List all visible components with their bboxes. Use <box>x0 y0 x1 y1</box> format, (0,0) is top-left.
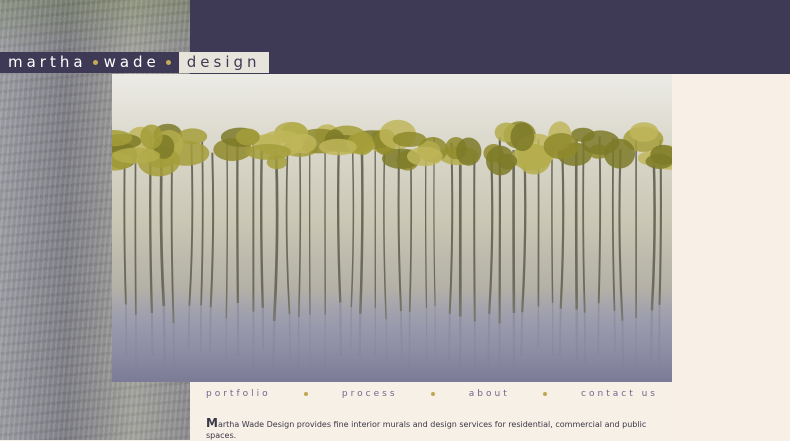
nav-dot-icon <box>543 392 547 396</box>
tree-canopy <box>140 125 163 150</box>
tree-canopy <box>630 122 659 142</box>
tree-trunk <box>599 137 600 304</box>
tree-canopy <box>245 144 291 160</box>
logo-name-block: martha wade <box>0 52 179 73</box>
tree-canopy <box>511 123 535 152</box>
hero-image <box>112 74 672 382</box>
nav-portfolio[interactable]: portfolio <box>206 389 271 399</box>
site-logo[interactable]: martha wade design <box>0 52 269 73</box>
tree-canopy <box>497 154 517 170</box>
intro-text: artha Wade Design provides fine interior… <box>206 420 646 440</box>
logo-word-design: design <box>179 52 269 73</box>
intro-initial: M <box>206 416 218 430</box>
tree-canopy <box>290 134 317 154</box>
logo-word-wade: wade <box>104 52 160 73</box>
logo-dot-icon <box>93 60 98 65</box>
tree-mural-painting <box>112 74 672 382</box>
tree-trunk <box>426 148 427 308</box>
tree-trunk <box>561 149 564 308</box>
right-panel <box>672 74 790 440</box>
tree-trunk <box>583 139 585 313</box>
intro-paragraph: Martha Wade Design provides fine interio… <box>206 418 666 441</box>
main-nav: portfolio process about contact us <box>206 387 658 401</box>
nav-about[interactable]: about <box>469 389 510 399</box>
tree-trunk <box>360 136 362 313</box>
logo-dot-icon <box>166 60 171 65</box>
tree-trunk <box>450 143 453 314</box>
tree-canopy <box>604 139 635 169</box>
tree-canopy <box>393 132 427 147</box>
tree-canopy <box>407 147 443 166</box>
tree-trunk <box>652 153 655 310</box>
tree-canopy <box>456 138 481 166</box>
tree-trunk <box>189 141 192 306</box>
tree-trunk <box>211 153 213 308</box>
nav-dot-icon <box>431 392 435 396</box>
logo-word-martha: martha <box>8 52 87 73</box>
tree-canopy <box>319 139 357 156</box>
tree-trunk <box>261 144 263 308</box>
tree-canopy <box>236 129 260 146</box>
tree-trunk <box>201 142 203 306</box>
tree-canopy <box>646 154 673 169</box>
tree-trunk <box>552 145 553 302</box>
nav-contact-us[interactable]: contact us <box>581 389 658 399</box>
tree-trunk <box>351 152 353 307</box>
nav-process[interactable]: process <box>342 389 398 399</box>
tree-trunk <box>410 150 412 312</box>
tree-trunk <box>237 138 238 303</box>
tree-trunk <box>124 146 126 304</box>
tree-canopy <box>112 148 160 164</box>
tree-trunk <box>338 141 340 303</box>
tree-canopy <box>544 133 579 159</box>
nav-dot-icon <box>304 392 308 396</box>
water-mist <box>112 289 672 382</box>
